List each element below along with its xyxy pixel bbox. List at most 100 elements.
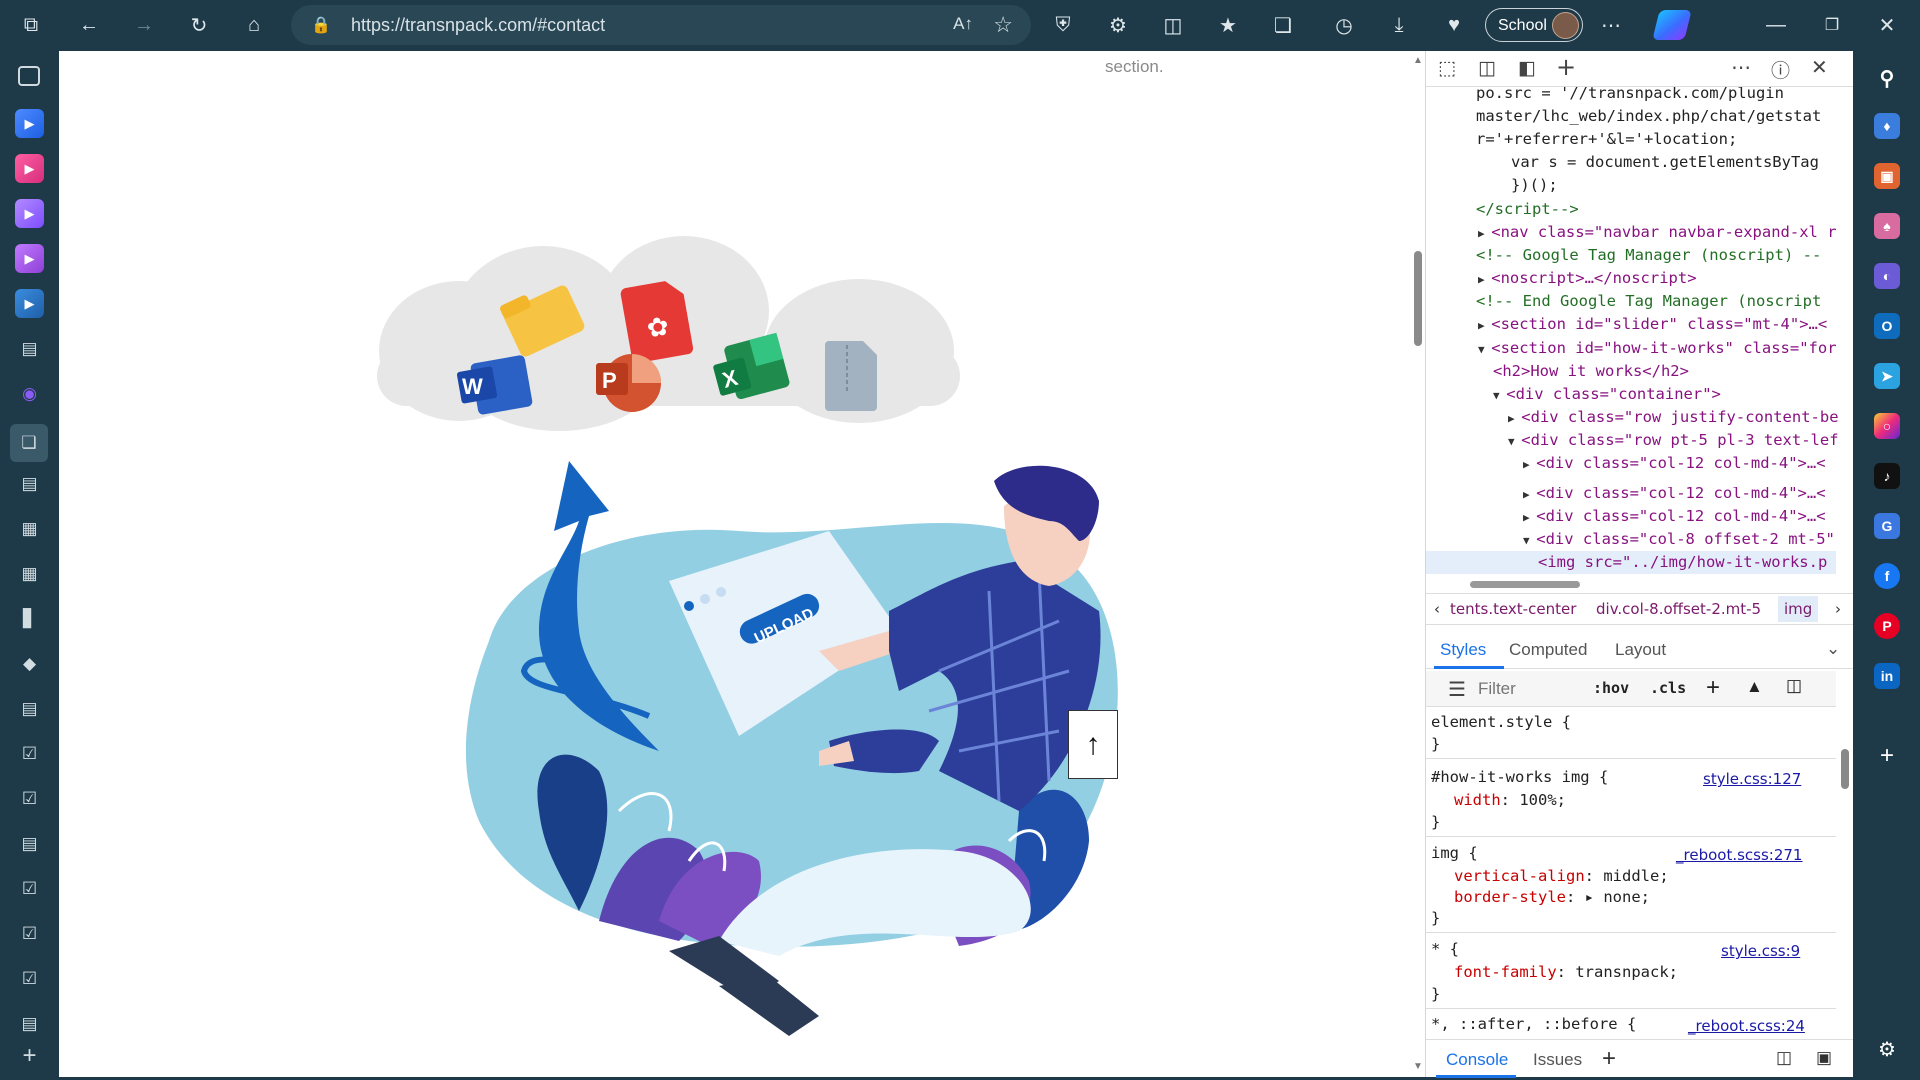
microsoft365-icon[interactable]: ◐ <box>1874 263 1900 289</box>
help-icon[interactable]: ⓘ <box>1771 56 1790 83</box>
tab-page-icon[interactable]: ▤ <box>15 334 44 363</box>
tab-bars-icon[interactable]: ▋ <box>15 604 44 633</box>
forward-icon[interactable]: → <box>127 8 161 42</box>
code-line[interactable]: <!-- End Google Tag Manager (noscript <box>1476 290 1854 313</box>
dock-icon[interactable]: ◧ <box>1518 57 1536 79</box>
extensions-icon[interactable]: ⚙ <box>1101 8 1135 42</box>
read-aloud-icon[interactable]: A↑ <box>953 14 973 34</box>
css-declaration[interactable]: vertical-align: middle; <box>1454 867 1669 885</box>
scroll-thumb[interactable] <box>1841 749 1849 789</box>
minimize-icon[interactable]: — <box>1759 8 1793 42</box>
tab-page-icon[interactable]: ▤ <box>15 469 44 498</box>
css-declaration[interactable]: font-family: transnpack; <box>1454 963 1678 981</box>
history-icon[interactable]: ◷ <box>1327 8 1361 42</box>
favorites-icon[interactable]: ★ <box>1211 8 1245 42</box>
new-rule-icon[interactable]: + <box>1706 674 1720 702</box>
tab-actions-icon[interactable] <box>18 66 40 86</box>
close-icon[interactable]: ✕ <box>1870 8 1904 42</box>
tab-app-icon[interactable]: ▶ <box>15 109 44 138</box>
code-line[interactable]: ▼ <div class="col-8 offset-2 mt-5" <box>1523 528 1854 551</box>
tab-issues[interactable]: Issues <box>1533 1050 1582 1070</box>
tab-page-icon[interactable]: ▤ <box>15 1009 44 1038</box>
rule-selector[interactable]: #how-it-works img { <box>1431 768 1608 786</box>
restore-icon[interactable]: ❐ <box>1815 8 1849 42</box>
breadcrumb-item[interactable]: tents.text-center <box>1450 600 1576 618</box>
paint-icon[interactable]: ▲ <box>1746 677 1763 697</box>
code-line[interactable]: ▼ <section id="how-it-works" class="for <box>1478 337 1854 360</box>
elements-hscrollbar[interactable] <box>1440 579 1830 589</box>
tab-check-icon[interactable]: ☑ <box>15 919 44 948</box>
tab-chart-icon[interactable]: ▦ <box>15 559 44 588</box>
devtools-more-icon[interactable]: ⋯ <box>1731 55 1751 79</box>
rule-source-link[interactable]: _reboot.scss:271 <box>1676 846 1802 864</box>
tab-app-icon[interactable]: ▶ <box>15 199 44 228</box>
hov-toggle[interactable]: :hov <box>1593 679 1629 697</box>
rule-source-link[interactable]: style.css:127 <box>1703 770 1801 788</box>
styles-scrollbar[interactable] <box>1838 671 1852 1037</box>
tools-icon[interactable]: ▣ <box>1874 163 1900 189</box>
tab-page-icon[interactable]: ▤ <box>15 829 44 858</box>
tab-computed[interactable]: Computed <box>1509 640 1587 660</box>
code-line[interactable]: <!-- Google Tag Manager (noscript) -- <box>1476 244 1854 267</box>
tiktok-icon[interactable]: ♪ <box>1874 463 1900 489</box>
new-tab-icon[interactable]: + <box>15 1041 44 1070</box>
page-scrollbar[interactable]: ▲ ▼ <box>1411 51 1425 1077</box>
tab-diamond-icon[interactable]: ◆ <box>15 649 44 678</box>
tab-app-icon[interactable]: ▶ <box>15 289 44 318</box>
profile-button[interactable]: School <box>1485 8 1583 42</box>
tab-check-icon[interactable]: ☑ <box>15 964 44 993</box>
rule-selector[interactable]: *, ::after, ::before { <box>1431 1015 1636 1033</box>
address-bar[interactable]: 🔒 https://transnpack.com/#contact A↑ ☆ <box>291 5 1031 45</box>
tab-check-icon[interactable]: ☑ <box>15 784 44 813</box>
add-drawer-tab-icon[interactable]: + <box>1602 1045 1616 1073</box>
inspect-icon[interactable]: ⬚ <box>1438 57 1456 79</box>
more-icon[interactable]: ⋯ <box>1594 8 1628 42</box>
rule-source-link[interactable]: _reboot.scss:24 <box>1688 1017 1805 1035</box>
code-line[interactable]: ▶ <div class="row justify-content-be <box>1508 406 1854 429</box>
telegram-icon[interactable]: ➤ <box>1874 363 1900 389</box>
breadcrumb-next[interactable]: › <box>1835 600 1841 618</box>
favorite-star-icon[interactable]: ☆ <box>993 12 1013 38</box>
facebook-icon[interactable]: f <box>1874 563 1900 589</box>
selected-code-line[interactable]: <img src="../img/how-it-works.p <box>1426 551 1836 574</box>
tab-app-icon[interactable]: ▶ <box>15 244 44 273</box>
tab-layout[interactable]: Layout <box>1615 640 1666 660</box>
styles-filter-input[interactable] <box>1478 677 1588 701</box>
rule-selector[interactable]: element.style { <box>1431 713 1571 731</box>
code-line[interactable]: ▼ <div class="container"> <box>1493 383 1854 406</box>
pinterest-icon[interactable]: P <box>1874 613 1900 639</box>
add-tool-icon[interactable]: + <box>1556 53 1576 81</box>
css-declaration[interactable]: border-style: ▸ none; <box>1454 888 1650 906</box>
shopping-tag-icon[interactable]: ♦ <box>1874 113 1900 139</box>
breadcrumb-prev[interactable]: ‹ <box>1434 600 1440 618</box>
code-line[interactable]: ▶ <div class="col-12 col-md-4">…< <box>1523 505 1854 528</box>
code-line[interactable]: ▶ <noscript>…</noscript> <box>1478 267 1854 290</box>
code-line[interactable]: r='+referrer+'&l='+location; <box>1476 128 1854 151</box>
split-screen-icon[interactable]: ◫ <box>1156 8 1190 42</box>
back-icon[interactable]: ← <box>72 8 106 42</box>
code-line[interactable]: ▶ <div class="col-12 col-md-4">…< <box>1523 487 1854 505</box>
code-line[interactable]: ▼ <div class="row pt-5 pl-3 text-lef <box>1508 429 1854 452</box>
code-line[interactable]: </script--> <box>1476 198 1854 221</box>
performance-icon[interactable]: ♥ <box>1437 8 1471 42</box>
rule-selector[interactable]: * { <box>1431 940 1459 958</box>
code-line[interactable]: ▶ <nav class="navbar navbar-expand-xl r <box>1478 221 1854 244</box>
tab-styles[interactable]: Styles <box>1440 640 1486 660</box>
breadcrumb-item[interactable]: img <box>1778 596 1819 622</box>
collections-icon[interactable]: ❏ <box>1266 8 1300 42</box>
downloads-icon[interactable]: ⤓ <box>1382 8 1416 42</box>
workspaces-icon[interactable]: ⧉ <box>14 8 48 42</box>
code-line[interactable]: <h2>How it works</h2> <box>1493 360 1854 383</box>
css-declaration[interactable]: width: 100%; <box>1454 791 1566 809</box>
instagram-icon[interactable]: ○ <box>1874 413 1900 439</box>
back-to-top-button[interactable]: ↑ <box>1068 710 1118 779</box>
add-sidebar-app-icon[interactable]: + <box>1874 742 1900 769</box>
devtools-close-icon[interactable]: ✕ <box>1811 55 1828 79</box>
tab-active-icon[interactable]: ❏ <box>10 424 48 462</box>
copilot-icon[interactable] <box>1652 10 1692 40</box>
scroll-thumb[interactable] <box>1414 251 1422 346</box>
code-line[interactable]: var s = document.getElementsByTag <box>1511 151 1854 174</box>
tab-check-icon[interactable]: ☑ <box>15 874 44 903</box>
code-line[interactable]: })(); <box>1511 174 1854 197</box>
home-icon[interactable]: ⌂ <box>237 8 271 42</box>
